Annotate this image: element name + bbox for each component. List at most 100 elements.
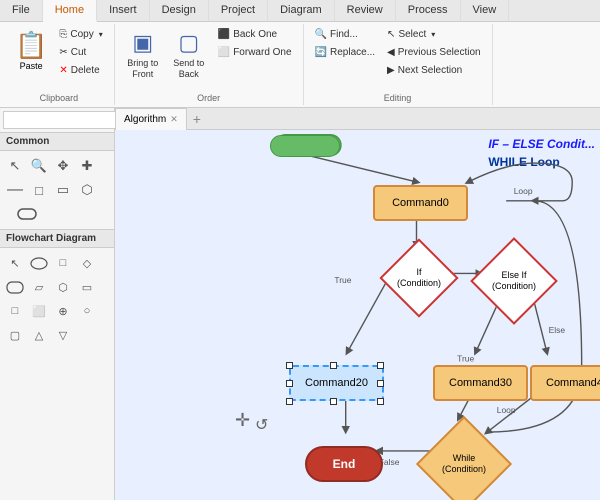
command40-node[interactable]: Command40 (530, 365, 600, 401)
fc-tool-hex[interactable]: ⬡ (52, 276, 74, 298)
tab-view[interactable]: View (461, 0, 510, 21)
loop-label1: Loop (514, 186, 533, 196)
algorithm-tab[interactable]: Algorithm ✕ (115, 108, 187, 130)
fc-tool-circle-plus[interactable]: ⊕ (52, 300, 74, 322)
command30-node[interactable]: Command30 (433, 365, 528, 401)
fc-tool-rect4[interactable]: ▢ (4, 324, 26, 346)
if-cond-label: If(Condition) (397, 267, 441, 289)
copy-button[interactable]: ⎘ Copy (54, 26, 107, 43)
sel-handle-br (377, 398, 384, 405)
info-line1: IF – ELSE Condit... (488, 135, 595, 153)
copy-icon: ⎘ (59, 29, 67, 40)
replace-button[interactable]: 🔄 Replace... (310, 44, 380, 61)
diagram-canvas[interactable]: IF – ELSE Condit... WHILE Loop Loop True (115, 130, 600, 500)
delete-button[interactable]: ✕ Delete (54, 62, 107, 79)
replace-label: Replace... (330, 47, 375, 58)
cut-button[interactable]: ✂ Cut (54, 44, 107, 61)
tab-design[interactable]: Design (150, 0, 209, 21)
sel-handle-bc (330, 398, 337, 405)
tab-insert[interactable]: Insert (97, 0, 150, 21)
start-node[interactable] (270, 135, 340, 157)
fc-tool-circle[interactable]: ○ (76, 300, 98, 322)
order-buttons: ▣ Bring to Front ▢ Send to Back ⬛ Back O… (121, 26, 297, 103)
left-panel: 🔍 Common ↖ 🔍 ✥ ✚ — □ ▭ ⬡ Flowchart Diagr… (0, 108, 115, 500)
command0-node[interactable]: Command0 (373, 185, 468, 221)
select-button[interactable]: ↖ Select (382, 26, 486, 43)
tab-file[interactable]: File (0, 0, 43, 21)
sel-handle-ml (286, 380, 293, 387)
fc-tool-triangle-down[interactable]: ▽ (52, 324, 74, 346)
previous-selection-button[interactable]: ◀ Previous Selection (382, 44, 486, 61)
tool-shape1[interactable]: □ (28, 179, 50, 201)
fc-tool-rounded[interactable] (4, 276, 26, 298)
common-section-header[interactable]: Common (0, 133, 114, 151)
tool-shape3[interactable]: ⬡ (76, 179, 98, 201)
canvas-area: Algorithm ✕ + IF – ELSE Condit... WHILE … (115, 108, 600, 500)
sel-handle-tc (330, 362, 337, 369)
bring-front-button[interactable]: ▣ Bring to Front (121, 26, 165, 84)
flowchart-section-header[interactable]: Flowchart Diagram (0, 229, 114, 248)
sel-handle-tl (286, 362, 293, 369)
bring-front-icon: ▣ (132, 30, 153, 56)
paste-icon: 📋 (15, 30, 47, 61)
ribbon-content: 📋 Paste ⎘ Copy ✂ Cut ✕ Delete (0, 22, 600, 107)
flowchart-section: Flowchart Diagram ↖ □ ◇ ▱ ⬡ ▭ □ ⬜ ⊕ ○ ▢ (0, 229, 114, 350)
fc-tool-oval[interactable] (28, 252, 50, 274)
fc-tool-square[interactable]: ⬜ (28, 300, 50, 322)
paste-button[interactable]: 📋 Paste (10, 26, 52, 75)
send-back-icon: ▢ (178, 30, 199, 56)
end-node[interactable]: End (305, 446, 383, 482)
tool-zoom[interactable]: 🔍 (28, 155, 50, 177)
select-label: Select (398, 29, 426, 40)
tab-process[interactable]: Process (396, 0, 461, 21)
fc-tool-arrow[interactable]: ↖ (4, 252, 26, 274)
prev-sel-icon: ◀ (387, 47, 395, 58)
fc-tool-parallelogram[interactable]: ▱ (28, 276, 50, 298)
next-selection-button[interactable]: ▶ Next Selection (382, 62, 486, 79)
tab-project[interactable]: Project (209, 0, 268, 21)
tool-pan[interactable]: ✥ (52, 155, 74, 177)
back-one-icon: ⬛ (218, 29, 230, 40)
fc-tool-triangle[interactable]: △ (28, 324, 50, 346)
forward-one-button[interactable]: ⬜ Forward One (213, 44, 297, 61)
tool-select[interactable]: ↖ (4, 155, 26, 177)
order-group-label: Order (115, 93, 303, 103)
tab-review[interactable]: Review (335, 0, 396, 21)
find-button[interactable]: 🔍 Find... (310, 26, 380, 43)
tool-cross[interactable]: ✚ (76, 155, 98, 177)
sel-handle-tr (377, 362, 384, 369)
else-if-condition-node[interactable]: Else If(Condition) (483, 250, 545, 312)
true-label2: True (457, 353, 474, 363)
tab-diagram[interactable]: Diagram (268, 0, 335, 21)
tool-shape2[interactable]: ▭ (52, 179, 74, 201)
order-small-buttons: ⬛ Back One ⬜ Forward One (213, 26, 297, 61)
loop-label2: Loop (497, 405, 516, 415)
forward-one-label: Forward One (233, 47, 291, 58)
find-label: Find... (330, 29, 358, 40)
editing-buttons: 🔍 Find... 🔄 Replace... ↖ Select ◀ (310, 26, 486, 103)
search-bar: 🔍 (0, 108, 114, 133)
fc-tool-rect2[interactable]: ▭ (76, 276, 98, 298)
else-label1: Else (549, 325, 566, 335)
back-one-label: Back One (233, 29, 277, 40)
send-back-button[interactable]: ▢ Send to Back (167, 26, 211, 84)
while-condition-node[interactable]: While(Condition) (430, 430, 498, 498)
if-condition-node[interactable]: If(Condition) (391, 250, 447, 306)
algorithm-tab-close[interactable]: ✕ (170, 114, 178, 125)
fc-tool-diamond[interactable]: ◇ (76, 252, 98, 274)
tab-home[interactable]: Home (43, 0, 97, 22)
tool-shape4[interactable] (4, 203, 50, 225)
tool-line[interactable]: — (4, 179, 26, 201)
fc-tool-rect[interactable]: □ (52, 252, 74, 274)
rotate-indicator: ↺ (255, 415, 268, 435)
back-one-button[interactable]: ⬛ Back One (213, 26, 297, 43)
ribbon: File Home Insert Design Project Diagram … (0, 0, 600, 108)
command30-label: Command30 (449, 377, 512, 389)
select-icon: ↖ (387, 29, 395, 40)
command0-label: Command0 (392, 197, 449, 209)
fc-tool-rect3[interactable]: □ (4, 300, 26, 322)
sel-handle-mr (377, 380, 384, 387)
command20-node[interactable]: Command20 (289, 365, 384, 401)
algorithm-tab-label: Algorithm (124, 114, 166, 125)
add-tab-button[interactable]: + (187, 109, 207, 129)
